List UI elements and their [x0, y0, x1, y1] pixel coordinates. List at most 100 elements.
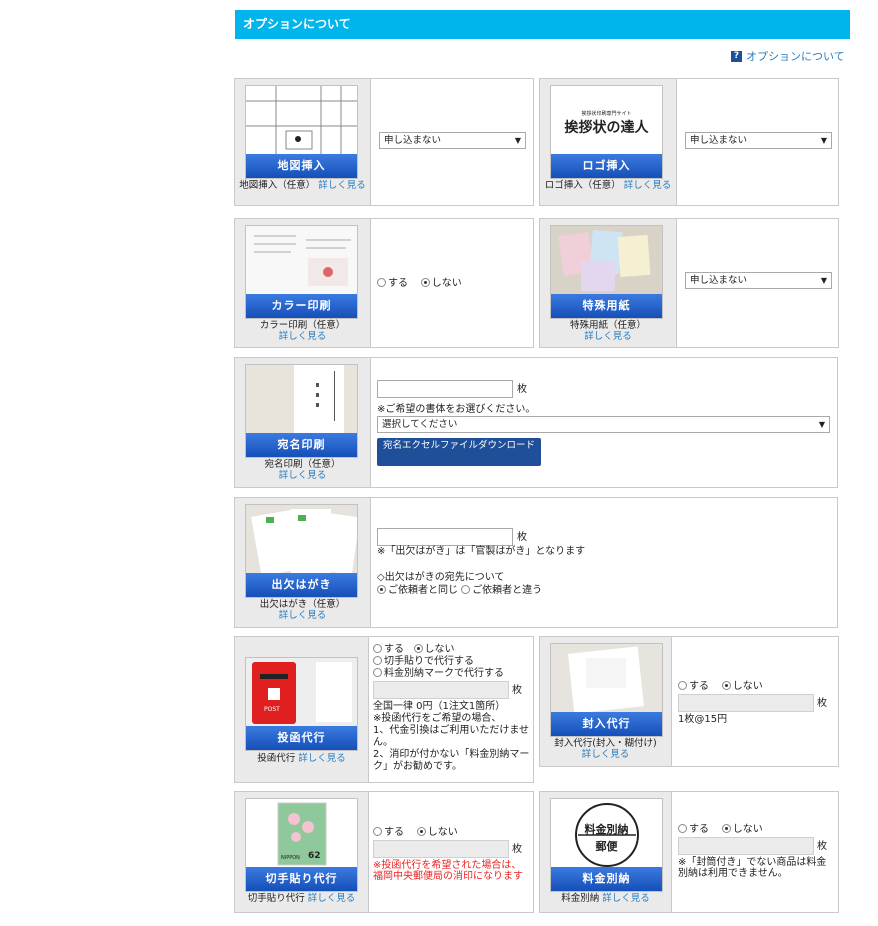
stamp-radio-group: する しない	[373, 827, 458, 839]
color-detail-link[interactable]: 詳しく見る	[279, 331, 327, 342]
paper-select[interactable]: 申し込まない ▼	[685, 272, 832, 289]
posting-note-2: 1、代金引換はご利用いただけません。	[373, 725, 530, 748]
logo-thumbnail[interactable]: 挨拶状印刷専門サイト 挨拶状の達人 ロゴ挿入	[550, 85, 663, 179]
rsvp-diff-label: ご依頼者と違う	[472, 585, 543, 596]
paper-detail-link[interactable]: 詳しく見る	[584, 331, 632, 342]
enclose-unit: 枚	[817, 698, 827, 709]
stamp-unit: 枚	[512, 844, 522, 855]
posting-radio-group: する しない 切手貼りで代行する 料金別納マークで代行する	[373, 644, 533, 680]
address-band: 宛名印刷	[246, 433, 357, 457]
bulk-seal-line1: 料金別納	[584, 823, 629, 836]
bulk-yes-radio[interactable]	[678, 824, 687, 833]
posting-post-label: POST	[264, 706, 280, 713]
address-download-button[interactable]: 宛名エクセルファイルダウンロード	[377, 438, 541, 466]
chevron-down-icon: ▼	[820, 276, 827, 285]
logo-main-text: 挨拶状の達人	[564, 120, 649, 136]
logo-caption: ロゴ挿入（任意） 詳しく見る	[540, 180, 676, 191]
map-band: 地図挿入	[246, 154, 357, 178]
stamp-thumbnail[interactable]: 62 NIPPON 切手貼り代行	[245, 798, 358, 892]
posting-price: 全国一律 0円（1注文1箇所）	[373, 701, 506, 712]
posting-detail-link[interactable]: 詳しく見る	[298, 753, 346, 764]
bulk-thumbnail[interactable]: 料金別納 郵便 料金別納	[550, 798, 663, 892]
logo-select-value: 申し込まない	[690, 135, 748, 146]
map-select-value: 申し込まない	[384, 135, 442, 146]
option-paper: 特殊用紙 特殊用紙（任意） 詳しく見る 申し込まない ▼	[539, 218, 839, 348]
rsvp-diff-radio[interactable]	[461, 585, 471, 594]
options-help-link[interactable]: ? オプションについて	[731, 48, 845, 64]
stamp-caption-text: 切手貼り代行	[247, 893, 305, 904]
enclose-detail-link[interactable]: 詳しく見る	[582, 749, 630, 760]
bulk-detail-link[interactable]: 詳しく見る	[602, 893, 650, 904]
posting-unit: 枚	[512, 685, 522, 696]
map-select[interactable]: 申し込まない ▼	[379, 132, 526, 149]
rsvp-unit: 枚	[517, 532, 527, 543]
posting-quantity-input[interactable]	[373, 681, 509, 699]
bulk-yes-label: する	[689, 824, 709, 835]
enclose-yes-radio[interactable]	[678, 681, 687, 690]
option-bulk: 料金別納 郵便 料金別納 料金別納 詳しく見る する しない 枚 ※「封筒付き」…	[539, 791, 839, 913]
enclose-no-radio[interactable]	[721, 681, 731, 690]
enclose-thumbnail[interactable]: 封入代行	[550, 643, 663, 737]
rsvp-detail-link[interactable]: 詳しく見る	[279, 610, 327, 621]
bulk-image: 料金別納 郵便	[551, 799, 662, 869]
option-stamp: 62 NIPPON 切手貼り代行 切手貼り代行 詳しく見る する しない 枚 ※…	[234, 791, 534, 913]
map-thumbnail[interactable]: 地図挿入	[245, 85, 358, 179]
stamp-quantity-input[interactable]	[373, 840, 509, 858]
rsvp-quantity-input[interactable]	[377, 528, 513, 546]
color-no-radio[interactable]	[420, 278, 430, 287]
enclose-caption: 封入代行(封入・糊付け) 詳しく見る	[540, 738, 671, 760]
enclose-quantity-input[interactable]	[678, 694, 814, 712]
map-caption-text: 地図挿入（任意）	[239, 180, 316, 191]
address-note: ※ご希望の書体をお選びください。	[377, 404, 536, 415]
posting-caption-text: 投函代行	[257, 753, 296, 764]
logo-select[interactable]: 申し込まない ▼	[685, 132, 832, 149]
enclose-band: 封入代行	[551, 712, 662, 736]
enclose-caption-text: 封入代行(封入・糊付け)	[554, 738, 657, 749]
stamp-no-radio[interactable]	[416, 827, 426, 836]
address-font-select[interactable]: 選択してください ▼	[377, 416, 830, 433]
address-detail-link[interactable]: 詳しく見る	[279, 470, 327, 481]
paper-select-value: 申し込まない	[690, 275, 748, 286]
address-thumbnail[interactable]: 宛名印刷	[245, 364, 358, 458]
address-caption-text: 宛名印刷（任意）	[264, 459, 341, 470]
posting-mark-radio[interactable]	[373, 668, 382, 677]
posting-yes-radio[interactable]	[373, 644, 382, 653]
stamp-caption: 切手貼り代行 詳しく見る	[235, 893, 368, 904]
address-quantity-input[interactable]	[377, 380, 513, 398]
rsvp-caption-text: 出欠はがき（任意）	[259, 599, 346, 610]
stamp-yes-radio[interactable]	[373, 827, 382, 836]
option-enclose: 封入代行 封入代行(封入・糊付け) 詳しく見る する しない 枚 1枚@15円	[539, 636, 839, 767]
bulk-caption-text: 料金別納	[561, 893, 600, 904]
color-yes-radio[interactable]	[377, 278, 386, 287]
bulk-seal-line2: 郵便	[595, 840, 618, 853]
stamp-band: 切手貼り代行	[246, 867, 357, 891]
posting-no-radio[interactable]	[413, 644, 423, 653]
paper-thumbnail[interactable]: 特殊用紙	[550, 225, 663, 319]
logo-detail-link[interactable]: 詳しく見る	[624, 180, 672, 191]
stamp-value: 62	[308, 851, 321, 861]
stamp-detail-link[interactable]: 詳しく見る	[308, 893, 356, 904]
logo-image: 挨拶状印刷専門サイト 挨拶状の達人	[551, 86, 662, 156]
posting-note-1: ※投函代行をご希望の場合、	[373, 713, 502, 724]
option-color: カラー印刷 カラー印刷（任意） 詳しく見る する しない	[234, 218, 534, 348]
rsvp-same-radio[interactable]	[377, 585, 386, 594]
posting-caption: 投函代行 詳しく見る	[235, 753, 368, 764]
bulk-note: ※「封筒付き」でない商品は料金別納は利用できません。	[678, 857, 827, 879]
chevron-down-icon: ▼	[818, 420, 825, 429]
rsvp-note: ※「出欠はがき」は「官製はがき」となります	[377, 546, 586, 557]
rsvp-thumbnail[interactable]: 出欠はがき	[245, 504, 358, 598]
posting-stamp-label: 切手貼りで代行する	[384, 656, 474, 667]
color-thumbnail[interactable]: カラー印刷	[245, 225, 358, 319]
bulk-unit: 枚	[817, 841, 827, 852]
bulk-no-radio[interactable]	[721, 824, 731, 833]
paper-caption: 特殊用紙（任意） 詳しく見る	[540, 320, 676, 342]
color-band: カラー印刷	[246, 294, 357, 318]
bulk-quantity-input[interactable]	[678, 837, 814, 855]
map-detail-link[interactable]: 詳しく見る	[318, 180, 366, 191]
map-image	[246, 86, 357, 156]
posting-thumbnail[interactable]: POST 投函代行	[245, 657, 358, 751]
rsvp-caption: 出欠はがき（任意） 詳しく見る	[235, 599, 370, 621]
section-header: オプションについて	[235, 10, 850, 39]
enclose-radio-group: する しない	[678, 681, 763, 693]
posting-stamp-radio[interactable]	[373, 656, 382, 665]
